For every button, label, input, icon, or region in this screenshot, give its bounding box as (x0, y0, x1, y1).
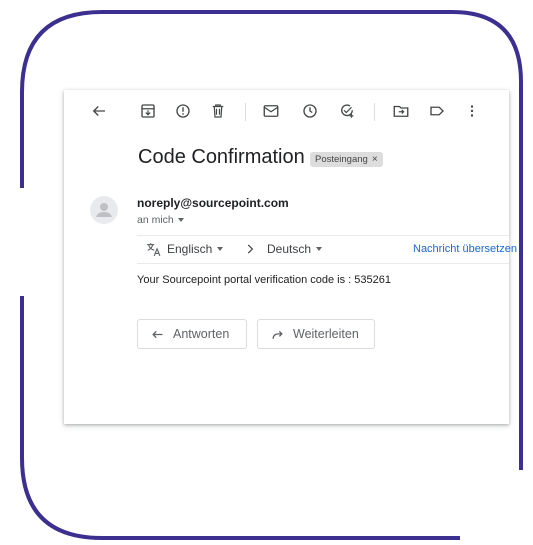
back-arrow-icon[interactable] (88, 100, 110, 122)
translate-icon (147, 243, 161, 257)
move-to-icon[interactable] (390, 100, 412, 122)
reply-icon (152, 330, 163, 338)
translate-message-link[interactable]: Nachricht übersetzen (413, 243, 517, 255)
source-language-label: Englisch (167, 242, 213, 256)
forward-button-label: Weiterleiten (293, 327, 359, 341)
chevron-down-icon (217, 247, 224, 251)
translate-bar: Englisch Deutsch Nachricht übersetzen (137, 235, 517, 264)
avatar[interactable] (90, 196, 118, 224)
mark-unread-icon[interactable] (260, 100, 282, 122)
person-icon (96, 203, 112, 217)
chevron-down-icon (177, 218, 184, 222)
email-body: Your Sourcepoint portal verification cod… (137, 274, 391, 286)
sender-email: noreply@sourcepoint.com (137, 196, 289, 210)
snooze-icon[interactable] (299, 100, 321, 122)
recipient-text: an mich (137, 214, 174, 226)
toolbar-divider (245, 103, 246, 121)
remove-label-icon[interactable]: × (372, 154, 378, 165)
source-language-select[interactable]: Englisch (167, 242, 224, 256)
labels-icon[interactable] (426, 100, 448, 122)
forward-button[interactable]: Weiterleiten (257, 319, 375, 349)
delete-icon[interactable] (207, 100, 229, 122)
email-subject: Code Confirmation (138, 146, 305, 168)
chevron-down-icon (316, 247, 323, 251)
email-toolbar (64, 90, 509, 132)
reply-button[interactable]: Antworten (137, 319, 247, 349)
forward-icon (272, 330, 283, 339)
inbox-label-text: Posteingang (315, 154, 368, 165)
report-spam-icon[interactable] (172, 100, 194, 122)
inbox-label-chip[interactable]: Posteingang × (310, 152, 383, 167)
target-language-label: Deutsch (267, 242, 312, 256)
target-language-select[interactable]: Deutsch (267, 242, 323, 256)
toolbar-divider (374, 103, 375, 121)
reply-button-label: Antworten (173, 327, 230, 341)
add-task-icon[interactable] (336, 100, 358, 122)
recipient-details-toggle[interactable]: an mich (137, 214, 184, 226)
archive-icon[interactable] (137, 100, 159, 122)
email-card: Code Confirmation Posteingang × noreply@… (64, 90, 517, 424)
chevron-right-icon (247, 244, 254, 254)
more-options-icon[interactable] (461, 100, 483, 122)
